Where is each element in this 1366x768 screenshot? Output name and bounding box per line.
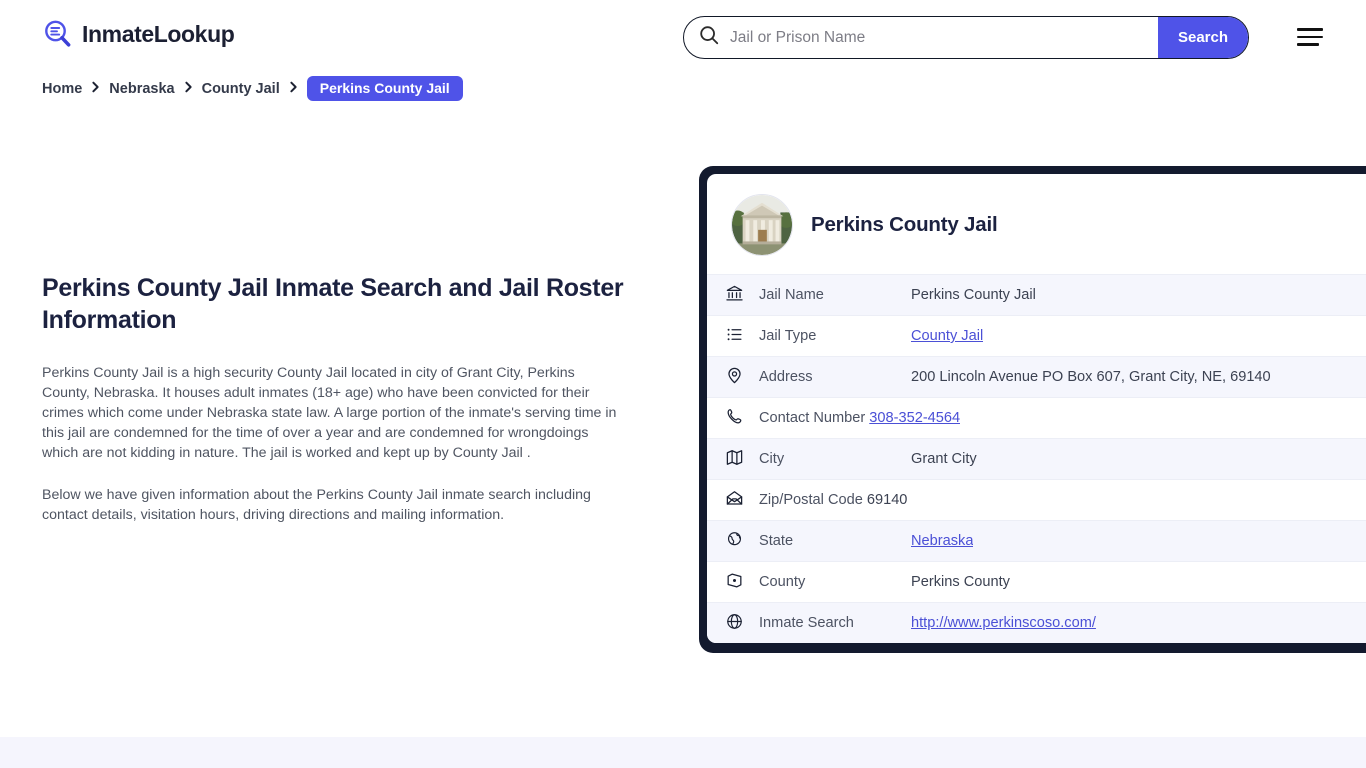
search-button[interactable]: Search: [1158, 17, 1248, 58]
row-value: County Jail: [911, 328, 983, 344]
logo-text: InmateLookup: [82, 20, 235, 47]
jail-type-link[interactable]: County Jail: [911, 328, 983, 344]
row-label: County: [759, 574, 806, 590]
search-bar[interactable]: Search: [683, 16, 1249, 59]
map-icon: [725, 448, 759, 471]
chevron-right-icon: [91, 81, 100, 97]
table-row: Address 200 Lincoln Avenue PO Box 607, G…: [707, 356, 1366, 397]
breadcrumb-item-nebraska[interactable]: Nebraska: [109, 81, 174, 97]
jail-info-card-body: Perkins County Jail Jail Name Perkins Co…: [707, 174, 1366, 643]
breadcrumb-item-county-jail[interactable]: County Jail: [202, 81, 280, 97]
row-value: Grant City: [911, 451, 977, 467]
row-value: Nebraska: [911, 533, 973, 549]
hamburger-menu-icon[interactable]: [1297, 26, 1325, 48]
row-label: Inmate Search: [759, 615, 854, 631]
table-row: Contact Number 308-352-4564: [707, 397, 1366, 438]
row-label: Zip/Postal Code: [759, 492, 863, 508]
table-row: State Nebraska: [707, 520, 1366, 561]
courthouse-photo: [731, 194, 793, 256]
row-value: Perkins County Jail: [911, 287, 1036, 303]
footer-section-strip: [0, 737, 1366, 768]
breadcrumb-item-home[interactable]: Home: [42, 81, 82, 97]
hamburger-line: [1297, 28, 1323, 31]
search-input[interactable]: [720, 17, 1158, 58]
row-label: State: [759, 533, 794, 549]
table-row: Jail Type County Jail: [707, 315, 1366, 356]
jail-card-title: Perkins County Jail: [811, 213, 998, 236]
row-value: http://www.perkinscoso.com/: [911, 615, 1096, 631]
envelope-icon: [725, 489, 759, 512]
table-row: Zip/Postal Code 69140: [707, 479, 1366, 520]
row-value: 308-352-4564: [869, 410, 960, 426]
search-icon: [684, 24, 720, 51]
contact-number-link[interactable]: 308-352-4564: [869, 410, 960, 426]
globe-pin-icon: [725, 530, 759, 553]
hamburger-line: [1297, 35, 1323, 39]
article-column: Perkins County Jail Inmate Search and Ja…: [42, 272, 624, 526]
chevron-right-icon: [184, 81, 193, 97]
intro-paragraph: Perkins County Jail is a high security C…: [42, 364, 617, 462]
map-pin-icon: [725, 366, 759, 389]
table-row: Jail Name Perkins County Jail: [707, 274, 1366, 315]
map-marker-icon: [725, 571, 759, 594]
secondary-paragraph: Below we have given information about th…: [42, 487, 591, 524]
jail-info-card: Perkins County Jail Jail Name Perkins Co…: [699, 166, 1366, 653]
site-header: InmateLookup Search: [0, 0, 1366, 74]
table-row: Inmate Search http://www.perkinscoso.com…: [707, 602, 1366, 643]
list-icon: [725, 325, 759, 348]
site-logo[interactable]: InmateLookup: [42, 18, 235, 50]
table-row: County Perkins County: [707, 561, 1366, 602]
chevron-right-icon: [289, 81, 298, 97]
breadcrumb-item-current: Perkins County Jail: [306, 76, 463, 101]
row-label: Address: [759, 369, 813, 385]
row-label: Contact Number: [759, 410, 866, 426]
magnifier-list-icon: [42, 18, 74, 50]
row-value: Perkins County: [911, 574, 1010, 590]
breadcrumb: Home Nebraska County Jail Perkins County…: [42, 76, 463, 101]
row-label: Jail Type: [759, 328, 817, 344]
page-title: Perkins County Jail Inmate Search and Ja…: [42, 274, 624, 335]
jail-card-header: Perkins County Jail: [707, 174, 1366, 274]
state-link[interactable]: Nebraska: [911, 533, 973, 549]
table-row: City Grant City: [707, 438, 1366, 479]
row-value: 200 Lincoln Avenue PO Box 607, Grant Cit…: [911, 369, 1271, 385]
globe-icon: [725, 612, 759, 635]
hamburger-line: [1297, 43, 1319, 46]
row-value: 69140: [866, 492, 908, 508]
row-label: City: [759, 451, 785, 467]
inmate-search-link[interactable]: http://www.perkinscoso.com/: [911, 615, 1096, 631]
phone-icon: [725, 407, 759, 430]
bank-icon: [725, 284, 759, 307]
row-label: Jail Name: [759, 287, 824, 303]
